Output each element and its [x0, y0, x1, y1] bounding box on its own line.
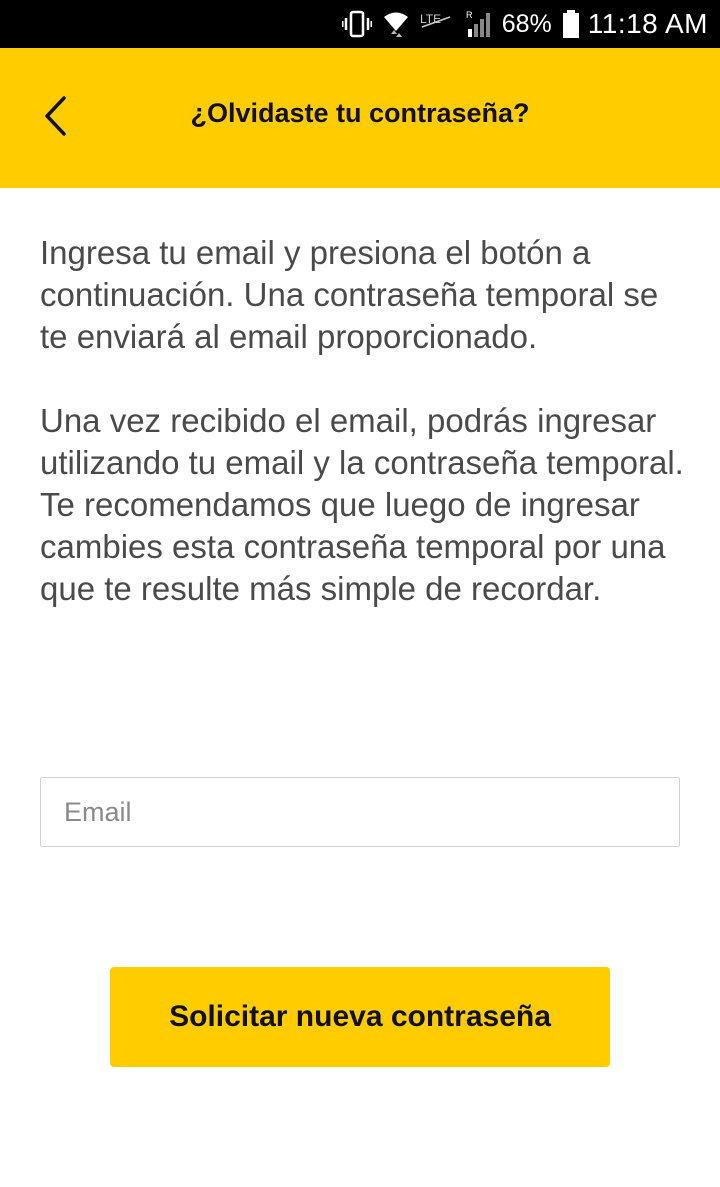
forgot-password-screen: LTE R 68% 11:18 AM ¿Olvidaste tu contras… — [0, 0, 720, 1187]
instructions-paragraph-1: Ingresa tu email y presiona el botón a c… — [40, 234, 659, 355]
email-field[interactable] — [40, 777, 680, 847]
svg-text:R: R — [466, 10, 473, 20]
lte-icon: LTE — [420, 9, 456, 39]
request-new-password-button[interactable]: Solicitar nueva contraseña — [110, 967, 610, 1067]
status-bar: LTE R 68% 11:18 AM — [0, 0, 720, 48]
instructions-text: Ingresa tu email y presiona el botón a c… — [40, 232, 690, 610]
wifi-icon — [382, 9, 410, 39]
instructions-paragraph-2: Una vez recibido el email, podrás ingres… — [40, 400, 690, 610]
battery-percent: 68% — [501, 9, 552, 38]
status-time: 11:18 AM — [587, 8, 708, 39]
page-title: ¿Olvidaste tu contraseña? — [190, 98, 530, 128]
app-bar: ¿Olvidaste tu contraseña? — [0, 48, 720, 188]
instructions-paragraph-2-line-2: Te recomendamos que luego de ingresar ca… — [40, 486, 666, 607]
battery-icon — [562, 9, 580, 39]
vibrate-icon — [341, 9, 372, 39]
instructions-paragraph-2-line-1: Una vez recibido el email, podrás ingres… — [40, 402, 684, 481]
signal-icon: R — [466, 9, 494, 39]
